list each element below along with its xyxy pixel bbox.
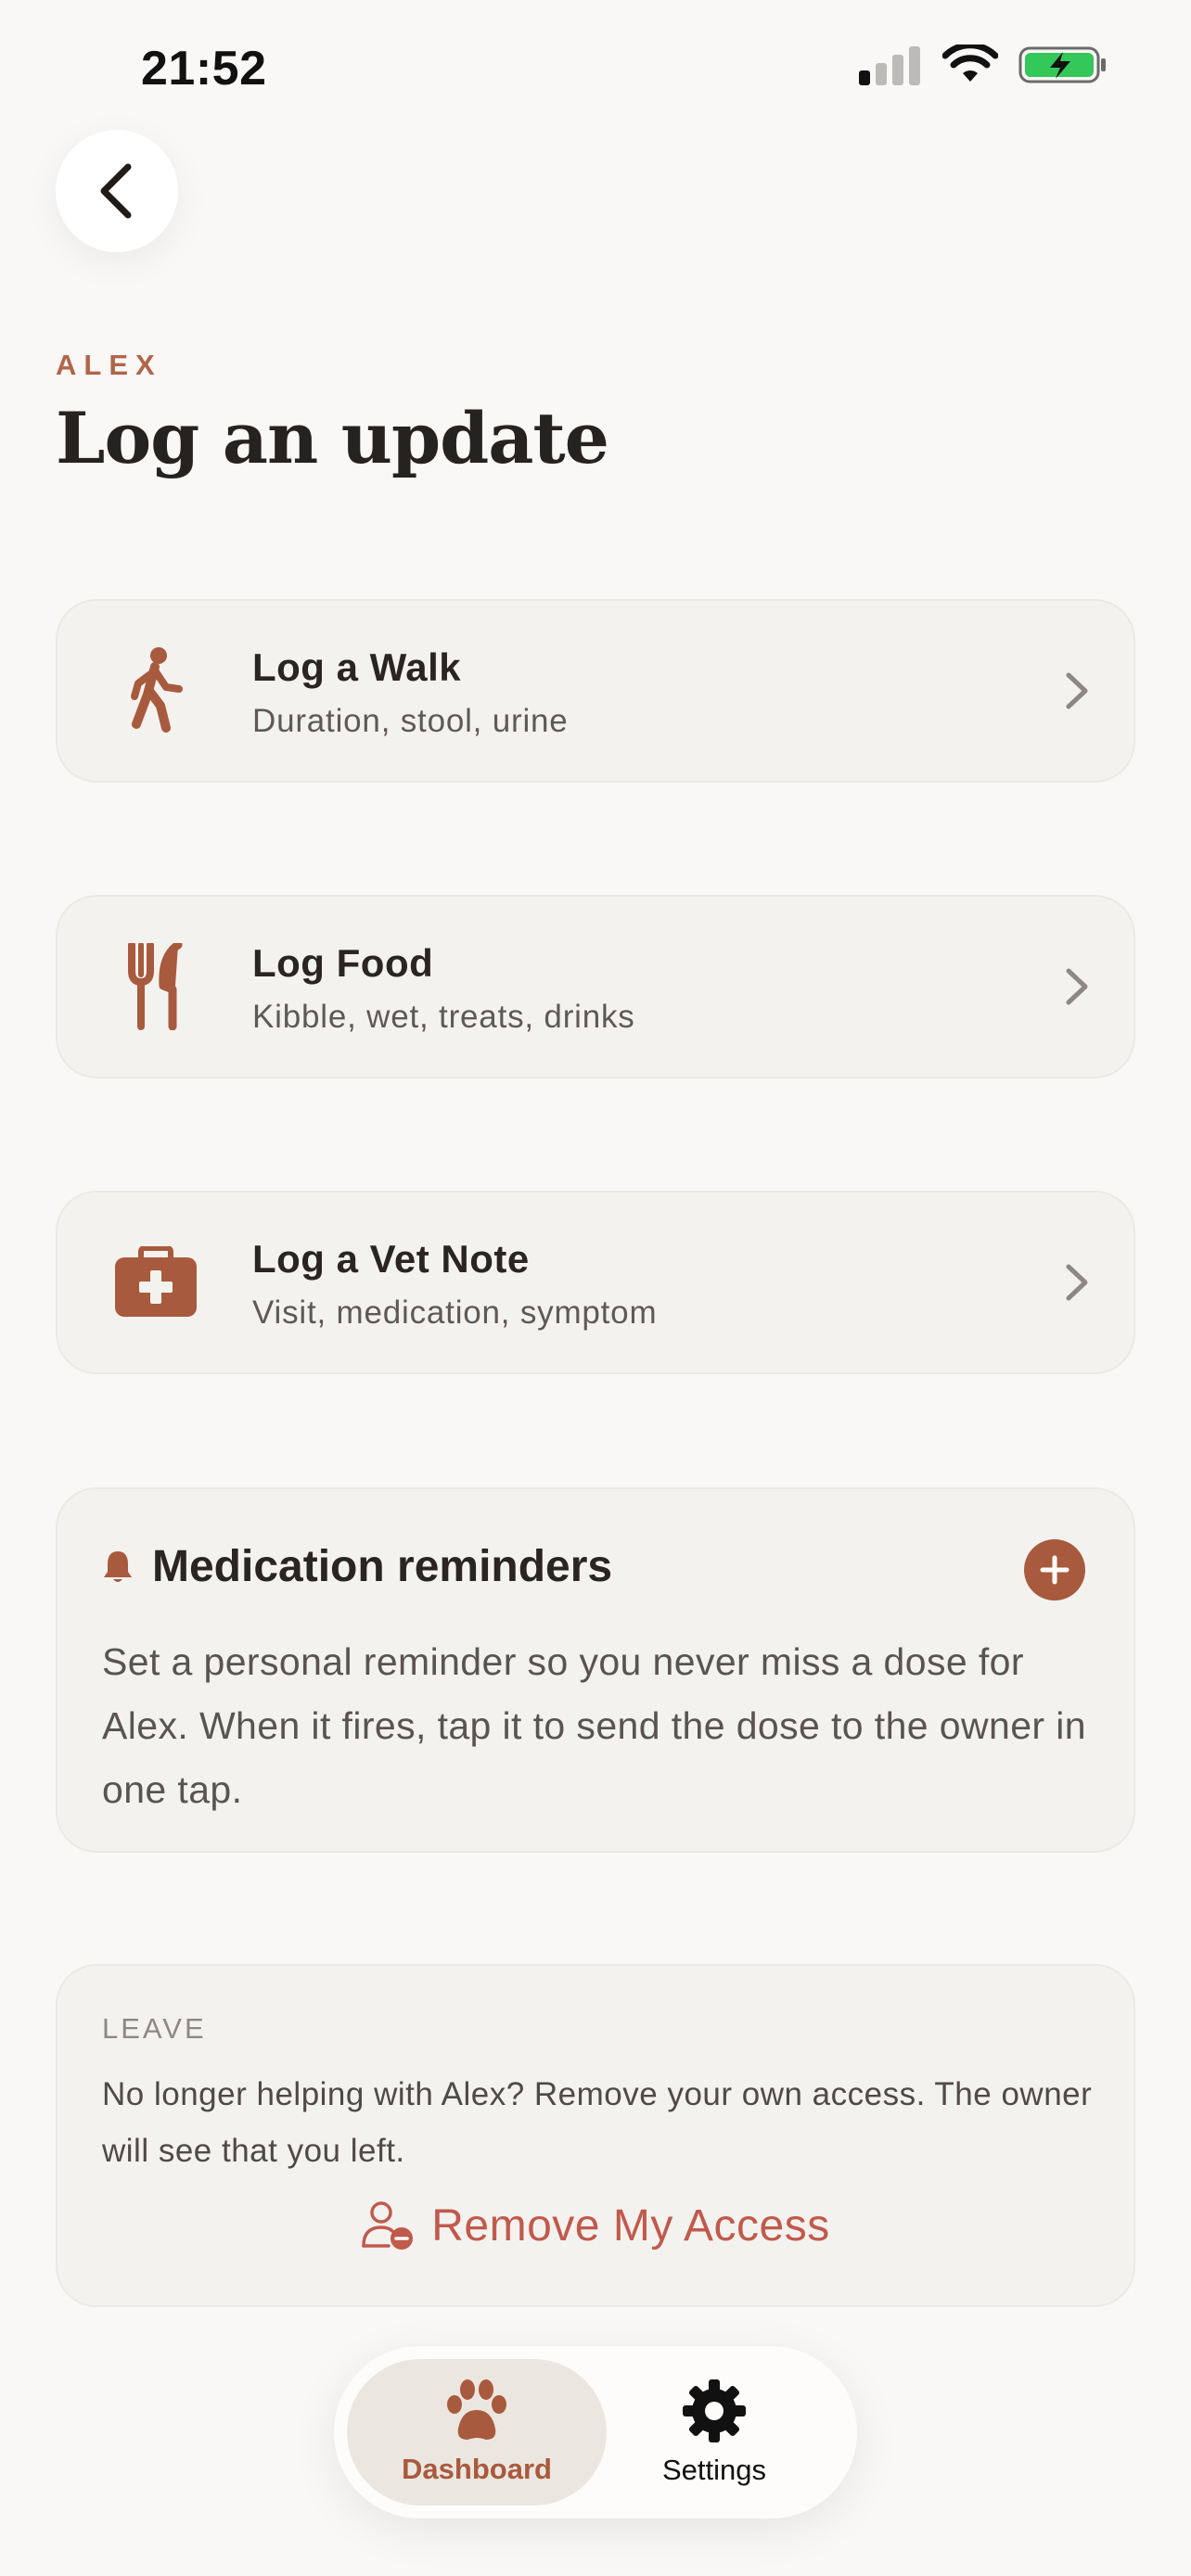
pet-name-eyebrow: ALEX: [56, 349, 162, 381]
log-food-card[interactable]: Log Food Kibble, wet, treats, drinks: [56, 895, 1135, 1078]
tab-dashboard[interactable]: Dashboard: [347, 2359, 607, 2506]
status-time: 21:52: [141, 42, 267, 96]
bell-icon: [104, 1550, 132, 1582]
wifi-icon: [942, 45, 998, 82]
log-vet-note-subtitle: Visit, medication, symptom: [252, 1294, 658, 1331]
add-reminder-button[interactable]: [1024, 1539, 1085, 1600]
leave-card: LEAVE No longer helping with Alex? Remov…: [56, 1964, 1135, 2307]
tab-settings[interactable]: Settings: [584, 2359, 844, 2506]
gear-icon: [683, 2379, 746, 2442]
tab-bar: Dashboard Settings: [334, 2346, 857, 2519]
fork-knife-icon: [109, 940, 202, 1033]
medical-kit-icon: [109, 1236, 202, 1329]
tab-settings-label: Settings: [661, 2454, 766, 2486]
log-walk-title: Log a Walk: [252, 645, 462, 689]
leave-section-label: LEAVE: [102, 2012, 207, 2045]
chevron-right-icon: [1066, 968, 1088, 1005]
log-vet-note-card[interactable]: Log a Vet Note Visit, medication, sympto…: [56, 1191, 1135, 1374]
log-walk-subtitle: Duration, stool, urine: [252, 703, 569, 739]
remove-my-access-label: Remove My Access: [431, 2200, 830, 2251]
chevron-right-icon: [1066, 1264, 1088, 1301]
medication-reminders-description: Set a personal reminder so you never mis…: [102, 1640, 1086, 1811]
status-icons: [859, 45, 1108, 85]
remove-my-access-button[interactable]: Remove My Access: [58, 2200, 1133, 2251]
log-vet-note-title: Log a Vet Note: [252, 1237, 530, 1281]
log-food-subtitle: Kibble, wet, treats, drinks: [252, 999, 635, 1035]
medication-reminders-card: Medication reminders Set a personal remi…: [56, 1487, 1135, 1853]
remove-user-icon: [362, 2201, 414, 2250]
log-food-title: Log Food: [252, 941, 434, 985]
page-title: Log an update: [56, 397, 609, 479]
back-button[interactable]: [56, 130, 178, 252]
chevron-left-icon: [100, 163, 132, 219]
medication-reminders-title: Medication reminders: [152, 1542, 613, 1591]
tab-dashboard-label: Dashboard: [402, 2453, 552, 2485]
cellular-signal-icon: [859, 46, 920, 85]
plus-icon: [1040, 1555, 1069, 1585]
paw-icon: [447, 2379, 506, 2440]
leave-description: No longer helping with Alex? Remove your…: [102, 2076, 1093, 2169]
walking-person-icon: [109, 644, 202, 737]
battery-charging-icon: [1018, 46, 1106, 83]
log-walk-card[interactable]: Log a Walk Duration, stool, urine: [56, 599, 1135, 783]
chevron-right-icon: [1066, 672, 1088, 709]
